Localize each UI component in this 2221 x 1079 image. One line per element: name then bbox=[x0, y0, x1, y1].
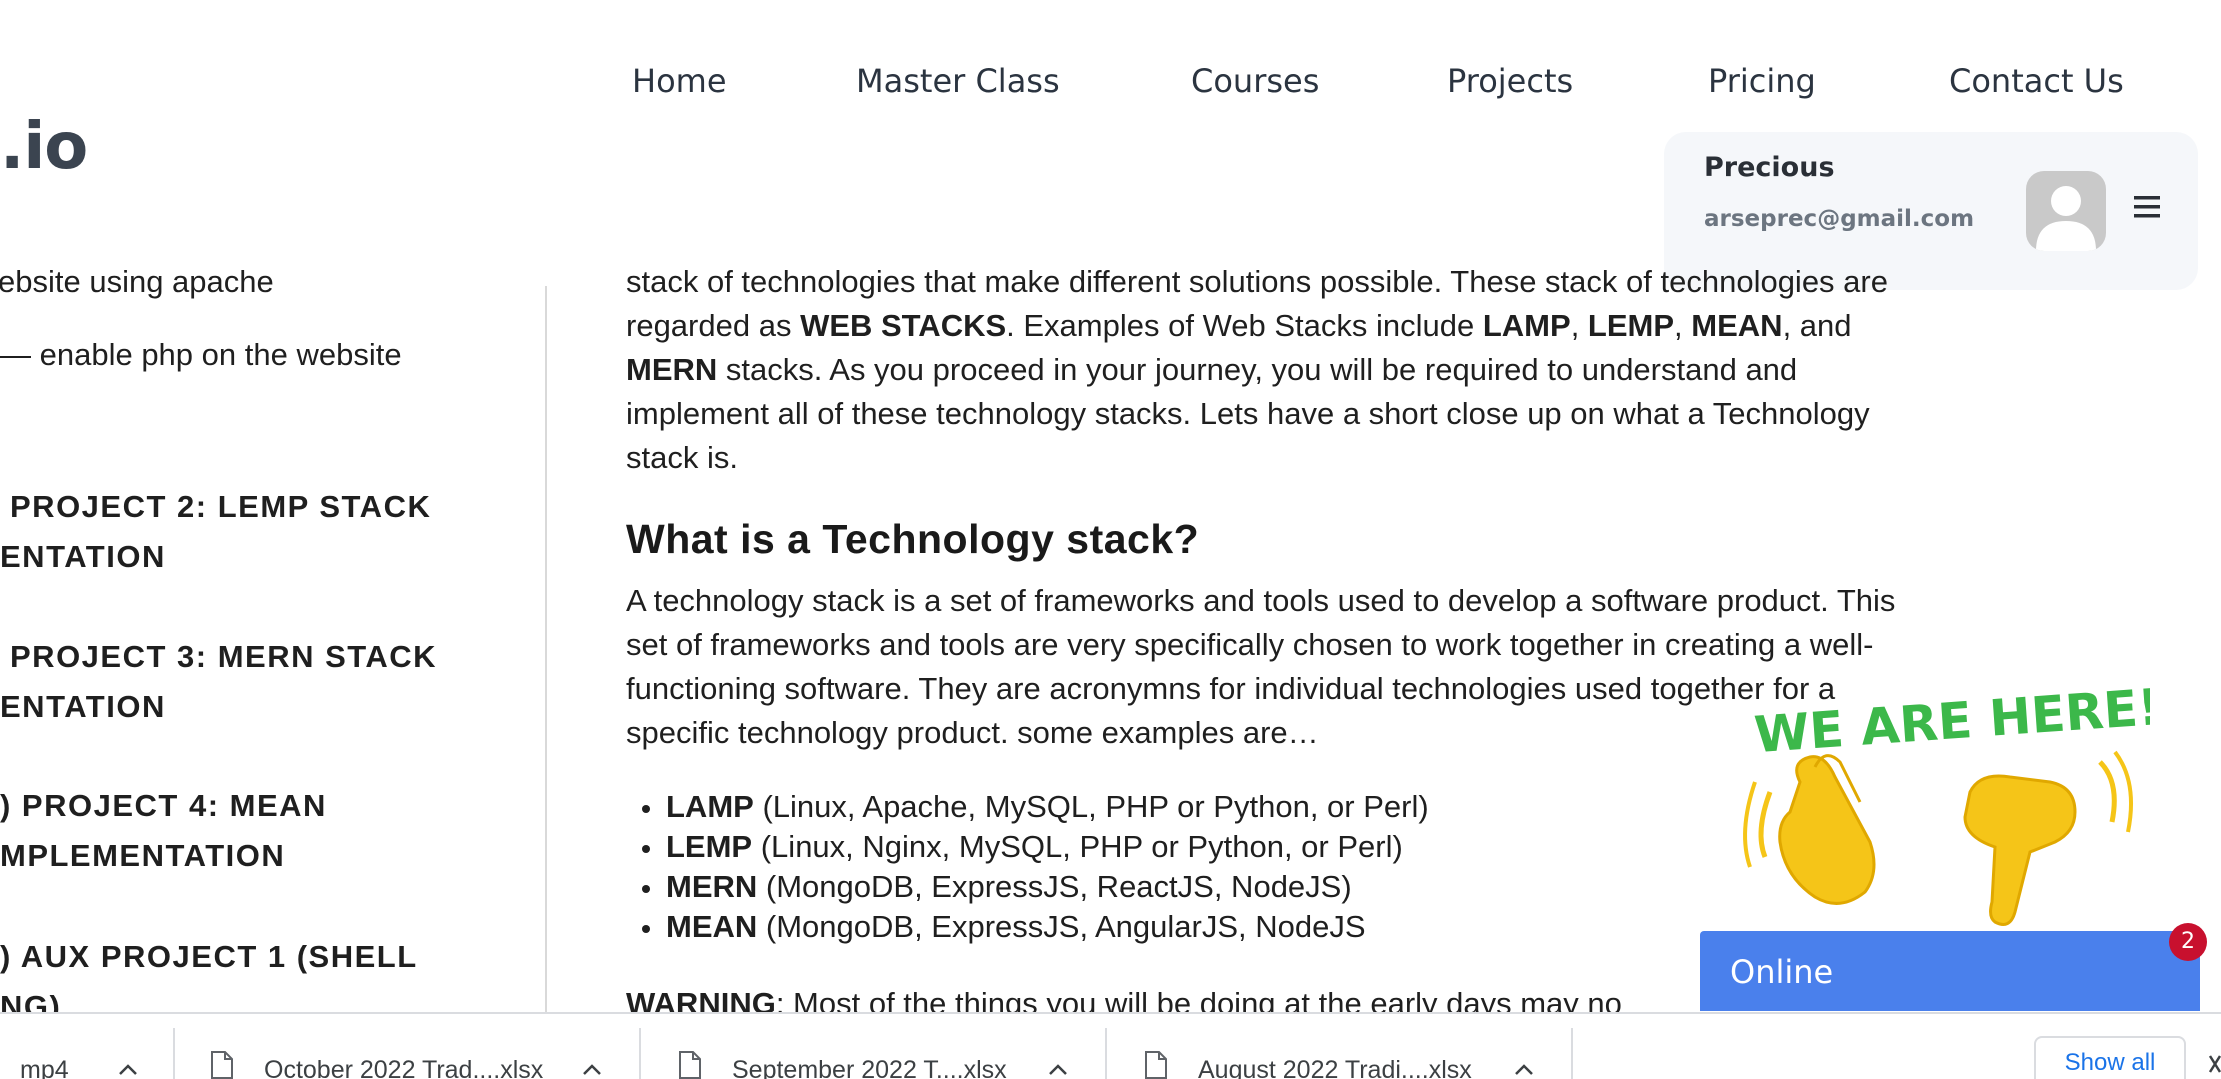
download-separator bbox=[1105, 1028, 1107, 1079]
download-item-name: August 2022 Tradi....xlsx bbox=[1198, 1056, 1472, 1079]
intro-paragraph: stack of technologies that make differen… bbox=[626, 264, 1888, 475]
chat-status-label: Online bbox=[1730, 953, 1834, 991]
we-are-here-text: WE ARE HERE! bbox=[1752, 678, 2150, 764]
download-bar: mp4 October 2022 Trad....xlsx September … bbox=[0, 1012, 2221, 1079]
download-separator bbox=[173, 1028, 175, 1079]
file-icon bbox=[679, 1051, 701, 1079]
nav-projects[interactable]: Projects bbox=[1447, 62, 1573, 100]
user-avatar-icon[interactable] bbox=[2026, 171, 2106, 251]
list-item: MERN (MongoDB, ExpressJS, ReactJS, NodeJ… bbox=[626, 867, 1429, 907]
sidebar-project-3[interactable]: PROJECT 3: MERN STACK bbox=[10, 632, 437, 682]
chevron-up-icon[interactable] bbox=[1048, 1064, 1068, 1076]
download-separator bbox=[639, 1028, 641, 1079]
pointing-hand-icon bbox=[1963, 750, 2134, 926]
sidebar-lesson-item[interactable]: — enable php on the website bbox=[0, 337, 402, 373]
warning-paragraph: WARNING: Most of the things you will be … bbox=[626, 986, 1622, 1012]
chevron-up-icon[interactable] bbox=[582, 1064, 602, 1076]
download-item[interactable]: October 2022 Trad....xlsx bbox=[176, 1014, 638, 1079]
site-logo[interactable]: .io bbox=[0, 110, 88, 184]
main-nav: Home Master Class Courses Projects Prici… bbox=[0, 62, 2221, 112]
chevron-up-icon[interactable] bbox=[118, 1064, 138, 1076]
course-sidebar: ebsite using apache — enable php on the … bbox=[0, 262, 546, 1012]
definition-paragraph: A technology stack is a set of framework… bbox=[626, 583, 1896, 750]
sidebar-project-2-cont[interactable]: ENTATION bbox=[0, 532, 166, 582]
download-item[interactable]: mp4 bbox=[0, 1014, 170, 1079]
section-heading: What is a Technology stack? bbox=[626, 516, 1200, 562]
close-icon[interactable] bbox=[2208, 1054, 2221, 1074]
nav-pricing[interactable]: Pricing bbox=[1708, 62, 1816, 100]
list-item: LAMP (Linux, Apache, MySQL, PHP or Pytho… bbox=[626, 787, 1429, 827]
sidebar-project-4-cont[interactable]: MPLEMENTATION bbox=[0, 831, 285, 881]
nav-master-class[interactable]: Master Class bbox=[856, 62, 1060, 100]
file-icon bbox=[211, 1051, 233, 1079]
sidebar-aux-project-1[interactable]: ) AUX PROJECT 1 (SHELL bbox=[0, 932, 418, 982]
waving-hand-icon bbox=[1743, 754, 1876, 905]
chat-online-button[interactable]: Online bbox=[1700, 931, 2200, 1011]
sidebar-project-2[interactable]: PROJECT 2: LEMP STACK bbox=[10, 482, 431, 532]
stack-list: LAMP (Linux, Apache, MySQL, PHP or Pytho… bbox=[626, 787, 1429, 947]
hamburger-menu-icon[interactable] bbox=[2134, 194, 2160, 225]
nav-home[interactable]: Home bbox=[632, 62, 727, 100]
download-item[interactable]: August 2022 Tradi....xlsx bbox=[1108, 1014, 1570, 1079]
download-item-name: October 2022 Trad....xlsx bbox=[264, 1056, 544, 1079]
download-item[interactable]: September 2022 T....xlsx bbox=[642, 1014, 1104, 1079]
show-all-downloads-button[interactable]: Show all bbox=[2034, 1036, 2186, 1079]
user-email: arseprec@gmail.com bbox=[1704, 206, 1975, 232]
list-item: LEMP (Linux, Nginx, MySQL, PHP or Python… bbox=[626, 827, 1429, 867]
chat-promo[interactable]: WE ARE HERE! bbox=[1730, 672, 2162, 932]
download-item-name: mp4 bbox=[20, 1056, 69, 1079]
file-icon bbox=[1145, 1051, 1167, 1079]
sidebar-divider bbox=[545, 286, 547, 1012]
download-separator bbox=[1571, 1028, 1573, 1079]
user-name: Precious bbox=[1704, 152, 1835, 183]
sidebar-project-4[interactable]: ) PROJECT 4: MEAN bbox=[0, 781, 327, 831]
chat-notification-badge: 2 bbox=[2169, 923, 2207, 961]
list-item: MEAN (MongoDB, ExpressJS, AngularJS, Nod… bbox=[626, 907, 1429, 947]
download-item-name: September 2022 T....xlsx bbox=[732, 1056, 1007, 1079]
sidebar-project-3-cont[interactable]: ENTATION bbox=[0, 682, 166, 732]
nav-contact-us[interactable]: Contact Us bbox=[1949, 62, 2124, 100]
sidebar-aux-project-1-cont[interactable]: NG) bbox=[0, 982, 61, 1012]
sidebar-lesson-item[interactable]: ebsite using apache bbox=[0, 264, 274, 300]
chevron-up-icon[interactable] bbox=[1514, 1064, 1534, 1076]
nav-courses[interactable]: Courses bbox=[1191, 62, 1319, 100]
